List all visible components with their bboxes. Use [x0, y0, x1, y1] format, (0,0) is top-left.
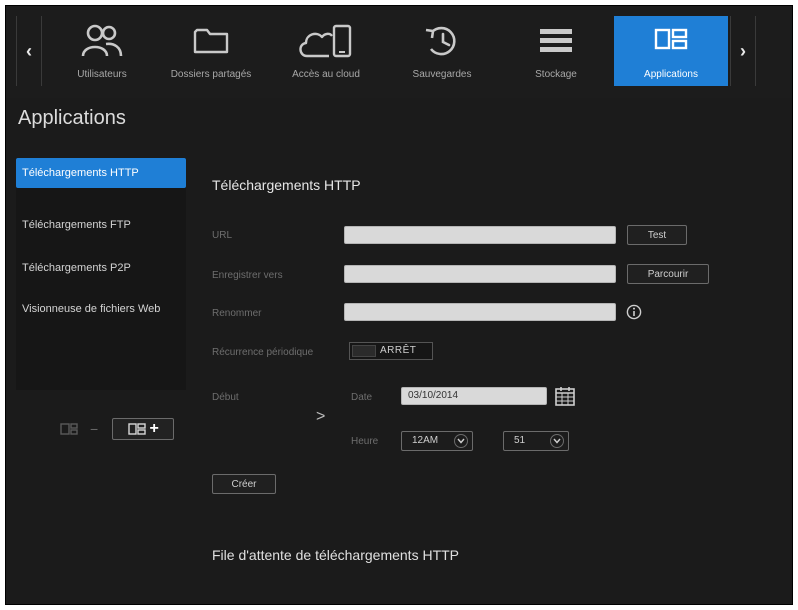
hour-select[interactable]: 12AM: [401, 431, 473, 451]
nav-label: Dossiers partagés: [170, 69, 252, 80]
http-download-queue-title: File d'attente de téléchargements HTTP: [212, 547, 460, 563]
apps-small-icon: [127, 423, 146, 435]
save-to-input[interactable]: [344, 265, 616, 283]
nav-label: Sauvegardes: [412, 69, 472, 80]
time-label: Heure: [351, 436, 379, 447]
calendar-icon[interactable]: [554, 385, 576, 407]
toggle-knob: [352, 345, 376, 357]
sidebar-item-ftp-downloads[interactable]: Téléchargements FTP: [16, 210, 186, 240]
recurring-label: Récurrence périodique: [212, 347, 314, 358]
nav-item-shared-folders[interactable]: Dossiers partagés: [158, 16, 264, 86]
date-label: Date: [351, 392, 373, 403]
minus-icon: −: [90, 421, 99, 437]
sidebar-item-p2p-downloads[interactable]: Téléchargements P2P: [16, 253, 186, 283]
nav-label: Stockage: [535, 69, 577, 80]
nav-item-users[interactable]: Utilisateurs: [52, 16, 152, 86]
apps-icon: [654, 28, 688, 50]
chevron-left-icon: ‹: [26, 40, 32, 61]
sidebar-item-http-downloads[interactable]: Téléchargements HTTP: [16, 158, 186, 188]
nav-item-cloud-access[interactable]: Accès au cloud: [276, 16, 376, 86]
hour-value: 12AM: [412, 435, 439, 446]
mouse-cursor-glyph: >: [316, 408, 326, 425]
chevron-down-icon: [454, 434, 468, 448]
nav-item-backups[interactable]: Sauvegardes: [392, 16, 492, 86]
toggle-state: ARRÊT: [380, 345, 417, 356]
app-window: ‹ Utilisateurs Dossiers partagés Accès a…: [5, 5, 793, 605]
minute-value: 51: [514, 435, 526, 446]
storage-icon: [540, 29, 572, 52]
remove-app-button[interactable]: −: [60, 421, 98, 437]
recurring-toggle[interactable]: ARRÊT: [349, 342, 433, 360]
rename-label: Renommer: [212, 308, 262, 319]
nav-prev-button[interactable]: ‹: [16, 16, 42, 86]
chevron-down-icon: [550, 434, 564, 448]
nav-item-storage[interactable]: Stockage: [506, 16, 606, 86]
users-icon: [81, 24, 123, 57]
save-to-label: Enregistrer vers: [212, 270, 283, 281]
section-title: Téléchargements HTTP: [212, 177, 361, 193]
minute-select[interactable]: 51: [503, 431, 569, 451]
date-input[interactable]: 03/10/2014: [401, 387, 547, 405]
add-app-button[interactable]: +: [112, 418, 175, 440]
nav-label: Applications: [644, 69, 698, 80]
cloud-device-icon: [299, 24, 352, 58]
folder-icon: [193, 28, 229, 54]
nav-label: Accès au cloud: [292, 69, 360, 80]
browse-button[interactable]: Parcourir: [627, 264, 709, 284]
nav-next-button[interactable]: ›: [730, 16, 756, 86]
test-button[interactable]: Test: [627, 225, 687, 245]
history-icon: [425, 26, 456, 56]
chevron-right-icon: ›: [740, 40, 746, 61]
url-input[interactable]: [344, 226, 616, 244]
remove-app-icon: [60, 423, 78, 435]
plus-icon: +: [149, 420, 159, 437]
rename-input[interactable]: [344, 303, 616, 321]
page-title: Applications: [18, 107, 126, 129]
sidebar-item-web-file-viewer[interactable]: Visionneuse de fichiers Web: [16, 294, 186, 324]
app-sidebar: Téléchargements HTTP Téléchargements FTP…: [16, 158, 186, 390]
info-icon[interactable]: [626, 304, 642, 320]
start-label: Début: [212, 392, 239, 403]
nav-label: Utilisateurs: [77, 69, 127, 80]
create-button[interactable]: Créer: [212, 474, 276, 494]
sidebar-tools: − +: [60, 418, 175, 440]
nav-item-applications[interactable]: Applications: [614, 16, 728, 86]
top-navigation: ‹ Utilisateurs Dossiers partagés Accès a…: [6, 6, 792, 98]
url-label: URL: [212, 230, 233, 241]
